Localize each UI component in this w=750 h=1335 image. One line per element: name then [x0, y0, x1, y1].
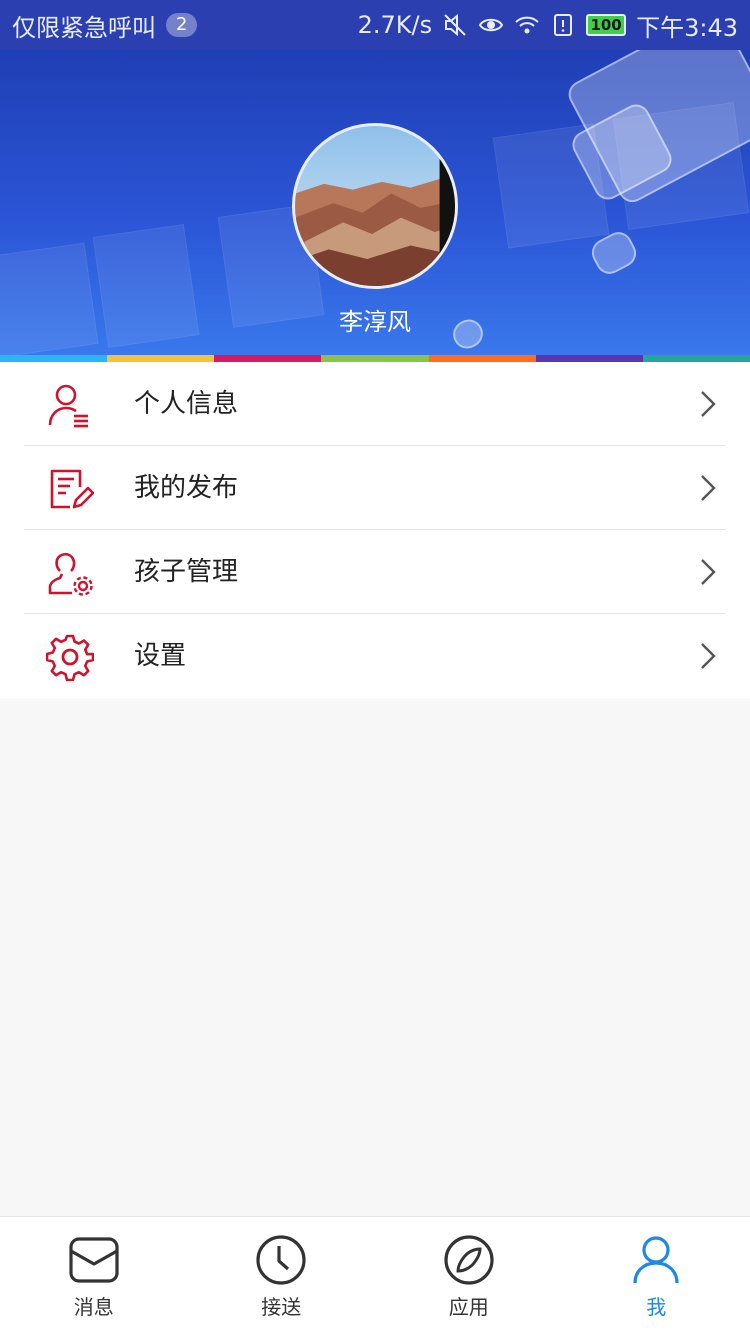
background-pattern: [0, 243, 99, 355]
chevron-right-icon: [696, 558, 720, 586]
color-strip-segment: [214, 355, 321, 362]
bottom-tab-bar: 消息 接送 应用 我: [0, 1216, 750, 1335]
tab-apps[interactable]: 应用: [375, 1217, 563, 1335]
clock-time: 下午3:43: [636, 8, 738, 43]
tab-messages[interactable]: 消息: [0, 1217, 188, 1335]
compass-icon: [442, 1233, 496, 1287]
notification-badge: 2: [166, 13, 197, 37]
chevron-right-icon: [696, 474, 720, 502]
profile-header: 李淳风: [0, 50, 750, 355]
color-strip-segment: [0, 355, 107, 362]
menu-item-label: 设置: [134, 614, 186, 698]
tab-label: 消息: [74, 1291, 114, 1320]
battery-indicator: 100: [586, 14, 626, 36]
menu-item-label: 个人信息: [134, 362, 238, 446]
tab-label: 我: [646, 1291, 666, 1320]
gear-icon: [46, 633, 94, 681]
wifi-icon: [514, 12, 540, 38]
network-speed: 2.7K/s: [358, 11, 433, 39]
tab-label: 接送: [261, 1291, 301, 1320]
menu-item-label: 孩子管理: [134, 530, 238, 614]
tab-pickup[interactable]: 接送: [188, 1217, 376, 1335]
avatar[interactable]: [292, 123, 458, 289]
status-bar: 仅限紧急呼叫 2 2.7K/s 100 下午3:43: [0, 0, 750, 50]
color-strip: [0, 355, 750, 362]
carrier-text: 仅限紧急呼叫: [12, 8, 156, 43]
username: 李淳风: [0, 302, 750, 337]
menu-item-label: 我的发布: [134, 446, 238, 530]
color-strip-segment: [321, 355, 428, 362]
menu-item-my-posts[interactable]: 我的发布: [0, 446, 750, 530]
settings-menu: 个人信息 我的发布 孩子管理: [0, 362, 750, 698]
menu-item-child-management[interactable]: 孩子管理: [0, 530, 750, 614]
color-strip-segment: [107, 355, 214, 362]
clock-icon: [254, 1233, 308, 1287]
envelope-icon: [67, 1233, 121, 1287]
color-strip-segment: [429, 355, 536, 362]
sim-alert-icon: [550, 12, 576, 38]
tab-label: 应用: [449, 1291, 489, 1320]
tab-me[interactable]: 我: [563, 1217, 750, 1335]
chevron-right-icon: [696, 642, 720, 670]
avatar-photo: [295, 126, 455, 286]
eye-icon: [478, 12, 504, 38]
person-icon: [629, 1233, 683, 1287]
color-strip-segment: [536, 355, 643, 362]
chevron-right-icon: [696, 390, 720, 418]
color-strip-segment: [643, 355, 750, 362]
user-info-icon: [46, 381, 94, 429]
user-settings-icon: [46, 549, 94, 597]
menu-item-personal-info[interactable]: 个人信息: [0, 362, 750, 446]
menu-item-settings[interactable]: 设置: [0, 614, 750, 698]
mute-icon: [442, 12, 468, 38]
edit-document-icon: [46, 465, 94, 513]
